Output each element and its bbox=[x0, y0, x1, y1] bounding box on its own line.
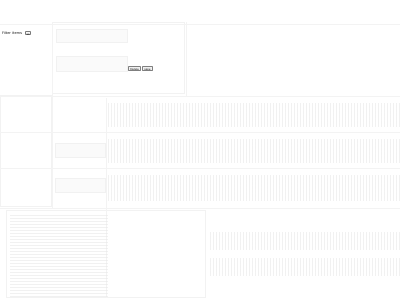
left-panel-frame bbox=[0, 95, 52, 207]
row-pattern bbox=[108, 175, 400, 201]
row-pattern bbox=[108, 139, 400, 163]
placeholder-block bbox=[55, 143, 106, 158]
divider bbox=[0, 24, 400, 25]
column-pattern bbox=[10, 215, 108, 297]
canvas: Filter items ss Delete save bbox=[0, 0, 400, 300]
row-pattern bbox=[210, 258, 400, 276]
divider bbox=[0, 132, 400, 133]
row-pattern bbox=[108, 103, 400, 127]
divider bbox=[52, 22, 53, 208]
delete-button[interactable]: Delete bbox=[128, 65, 142, 71]
save-button[interactable]: save bbox=[142, 65, 153, 71]
filter-select-value: ss bbox=[26, 32, 30, 36]
filter-bar: Filter items ss bbox=[2, 31, 32, 36]
filter-label: Filter items bbox=[2, 31, 23, 35]
divider bbox=[0, 168, 400, 169]
placeholder-block bbox=[55, 178, 106, 193]
filter-select[interactable]: ss bbox=[25, 31, 32, 36]
divider bbox=[186, 22, 187, 97]
action-buttons: Delete save bbox=[128, 65, 153, 71]
placeholder-block bbox=[56, 29, 128, 43]
divider bbox=[0, 96, 400, 97]
divider bbox=[0, 208, 400, 209]
row-pattern bbox=[210, 232, 400, 250]
placeholder-block bbox=[56, 56, 128, 72]
